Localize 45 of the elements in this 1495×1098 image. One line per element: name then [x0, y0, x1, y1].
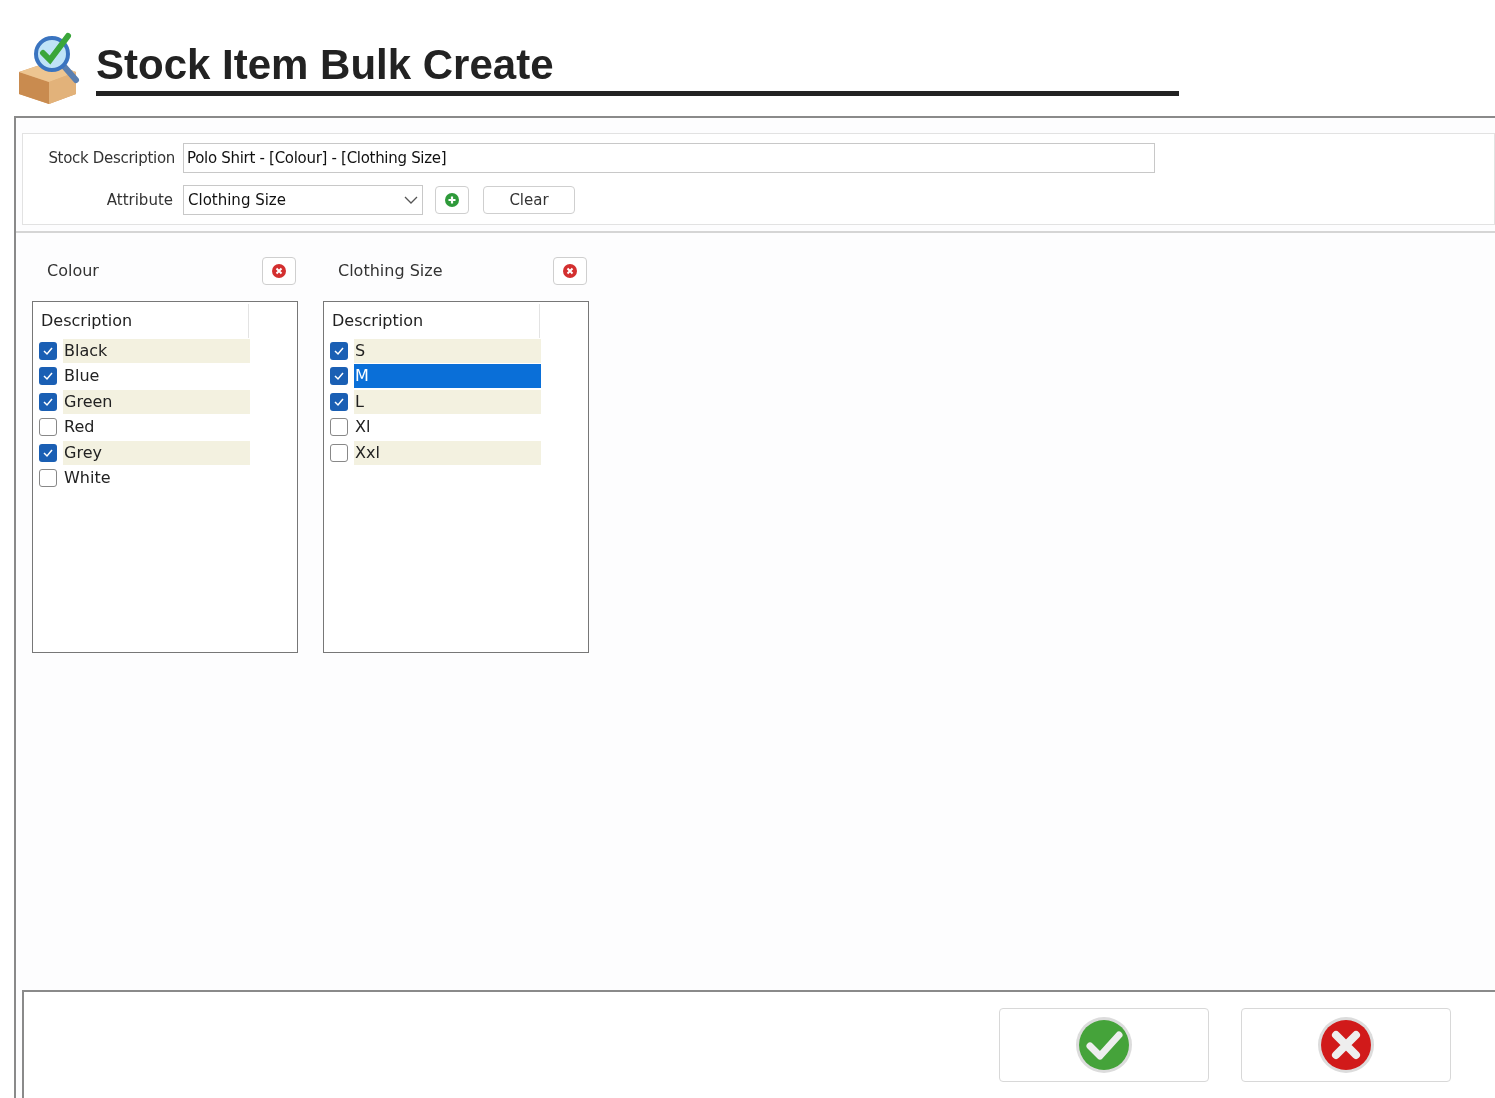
list-item[interactable]: Xl [354, 415, 541, 440]
remove-attribute-button[interactable] [262, 257, 296, 285]
checkbox[interactable] [39, 341, 57, 360]
confirm-button[interactable] [999, 1008, 1209, 1082]
close-icon [1317, 1016, 1375, 1074]
checkbox[interactable] [330, 443, 348, 462]
attribute-title: Clothing Size [338, 260, 443, 282]
description-field[interactable]: Polo Shirt - [Colour] - [Clothing Size] [183, 143, 1155, 173]
add-attribute-button[interactable] [435, 186, 469, 214]
plus-icon [445, 193, 459, 207]
check-icon [1075, 1016, 1133, 1074]
checkbox[interactable] [39, 418, 57, 437]
list-item[interactable]: White [63, 466, 250, 491]
checkbox[interactable] [330, 392, 348, 411]
chevron-down-icon [404, 196, 418, 204]
list-item[interactable]: Xxl [354, 440, 541, 465]
checkbox[interactable] [330, 418, 348, 437]
checkbox[interactable] [39, 443, 57, 462]
list-item[interactable]: Red [63, 415, 250, 440]
list-item[interactable]: Black [63, 338, 250, 363]
attribute-title: Colour [47, 260, 99, 282]
column-header: Description [330, 304, 540, 338]
list-item[interactable]: L [354, 389, 541, 414]
field-label: Attribute [105, 189, 173, 211]
list-item[interactable]: Grey [63, 440, 250, 465]
attribute-dropdown[interactable]: Clothing Size [183, 185, 423, 215]
checkbox[interactable] [330, 341, 348, 360]
checkbox[interactable] [330, 367, 348, 386]
list-item[interactable]: S [354, 338, 541, 363]
remove-attribute-button[interactable] [553, 257, 587, 285]
page-title: Stock Item Bulk Create [96, 40, 554, 90]
cancel-button[interactable] [1241, 1008, 1451, 1082]
close-icon [563, 264, 577, 278]
column-header: Description [39, 304, 249, 338]
check-icon [333, 370, 345, 383]
list-item[interactable]: Green [63, 389, 250, 414]
close-icon [272, 264, 286, 278]
checkbox[interactable] [39, 392, 57, 411]
list-item[interactable]: M [354, 364, 541, 389]
checkbox[interactable] [39, 367, 57, 386]
checkbox[interactable] [39, 469, 57, 488]
check-icon [42, 370, 54, 383]
clear-button[interactable]: Clear [483, 186, 575, 214]
field-label: Stock Description [47, 147, 175, 169]
list-item[interactable]: Blue [63, 364, 250, 389]
